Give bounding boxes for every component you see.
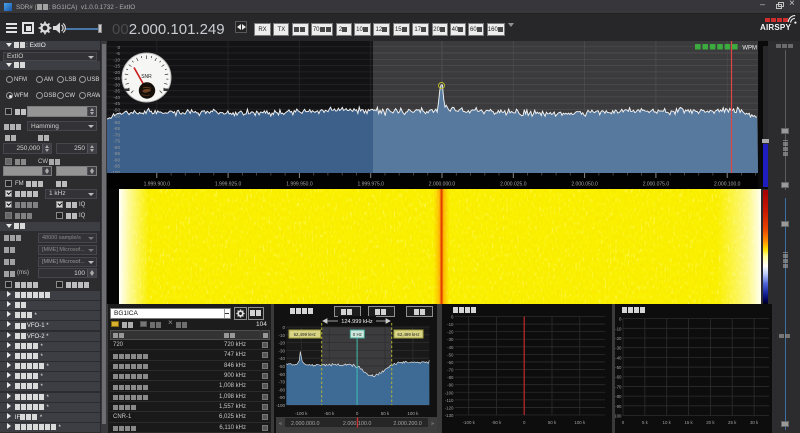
svg-text:-70: -70 (447, 368, 454, 373)
svg-text:-130: -130 (445, 413, 454, 418)
svg-text:0: 0 (619, 317, 622, 322)
svg-text:-60: -60 (278, 372, 285, 377)
svg-text:2.000.075.0: 2.000.075.0 (643, 182, 670, 188)
svg-text:-60: -60 (113, 120, 120, 125)
svg-text:0: 0 (523, 420, 526, 425)
svg-text:-100 k: -100 k (295, 411, 308, 416)
svg-text:50 k: 50 k (548, 420, 557, 425)
svg-text:2.000.025.0: 2.000.025.0 (500, 182, 527, 188)
svg-text:-20: -20 (615, 336, 622, 341)
svg-text:-55: -55 (113, 114, 120, 119)
svg-text:-50: -50 (615, 365, 622, 370)
svg-text:-90: -90 (447, 383, 454, 388)
svg-text:-90: -90 (113, 157, 120, 162)
svg-text:-10: -10 (278, 333, 285, 338)
svg-text:-100: -100 (276, 403, 285, 408)
svg-text:-90: -90 (615, 404, 622, 409)
svg-text:10 k: 10 k (663, 420, 672, 425)
svg-text:2.000.050.0: 2.000.050.0 (571, 182, 598, 188)
svg-text:-100 k: -100 k (463, 420, 476, 425)
svg-text:-50 k: -50 k (492, 420, 503, 425)
svg-text:1.999.900.0: 1.999.900.0 (144, 182, 171, 188)
svg-text:-60: -60 (447, 360, 454, 365)
svg-text:50 k: 50 k (381, 411, 390, 416)
svg-text:-80: -80 (615, 394, 622, 399)
svg-text:2.000.000.0: 2.000.000.0 (291, 421, 319, 427)
svg-text:»: » (431, 421, 434, 427)
svg-text:-10: -10 (447, 322, 454, 327)
svg-text:-20: -20 (113, 70, 120, 75)
svg-text:-40: -40 (113, 95, 120, 100)
svg-text:-25: -25 (113, 76, 120, 81)
svg-text:62,499 kHz: 62,499 kHz (397, 332, 419, 337)
svg-text:-75: -75 (113, 139, 120, 144)
svg-text:-30: -30 (615, 346, 622, 351)
svg-text:-40: -40 (615, 355, 622, 360)
svg-text:2.000.100.0: 2.000.100.0 (714, 182, 741, 188)
svg-text:-60: -60 (615, 375, 622, 380)
svg-text:0: 0 (451, 315, 454, 320)
svg-text:2.000.100.0: 2.000.100.0 (343, 421, 371, 427)
svg-text:-70: -70 (615, 384, 622, 389)
svg-text:62,499 kHz: 62,499 kHz (294, 332, 316, 337)
svg-text:25 k: 25 k (728, 420, 737, 425)
svg-text:-30: -30 (113, 82, 120, 87)
svg-text:2.000.200.0: 2.000.200.0 (393, 421, 421, 427)
svg-text:WPM: WPM (742, 46, 757, 52)
svg-text:-70: -70 (113, 132, 120, 137)
svg-text:-30: -30 (278, 348, 285, 353)
svg-text:-15: -15 (113, 64, 120, 69)
svg-text:124.999 kHz: 124.999 kHz (341, 319, 373, 325)
svg-text:-110: -110 (445, 398, 454, 403)
svg-text:-95: -95 (113, 164, 120, 169)
svg-text:1.999.925.0: 1.999.925.0 (215, 182, 242, 188)
svg-text:-100: -100 (615, 414, 622, 419)
svg-text:0: 0 (622, 420, 625, 425)
svg-text:-35: -35 (113, 89, 120, 94)
svg-text:30 k: 30 k (750, 420, 759, 425)
svg-text:1.999.950.0: 1.999.950.0 (286, 182, 313, 188)
svg-text:0: 0 (356, 411, 359, 416)
svg-text:0: 0 (117, 45, 120, 50)
svg-text:«: « (279, 421, 282, 427)
svg-text:15 k: 15 k (684, 420, 693, 425)
svg-text:-40: -40 (278, 356, 285, 361)
svg-text:-40: -40 (447, 345, 454, 350)
svg-text:-30: -30 (447, 337, 454, 342)
svg-text:100 k: 100 k (574, 420, 586, 425)
svg-text:-80: -80 (113, 145, 120, 150)
svg-text:-5: -5 (116, 51, 121, 56)
svg-text:-120: -120 (445, 405, 454, 410)
svg-text:-50: -50 (113, 107, 120, 112)
svg-text:-50: -50 (447, 352, 454, 357)
svg-text:-10: -10 (615, 326, 622, 331)
svg-text:-80: -80 (278, 387, 285, 392)
svg-text:-10: -10 (113, 57, 120, 62)
svg-text:0: 0 (282, 325, 285, 330)
svg-text:-45: -45 (113, 101, 120, 106)
svg-text:1.999.975.0: 1.999.975.0 (357, 182, 384, 188)
svg-text:2.000.000.0: 2.000.000.0 (429, 182, 456, 188)
svg-text:-65: -65 (113, 126, 120, 131)
svg-text:-50 k: -50 k (324, 411, 335, 416)
svg-text:-85: -85 (113, 151, 120, 156)
svg-text:-100: -100 (445, 390, 454, 395)
svg-text:0 Hz: 0 Hz (353, 332, 362, 337)
svg-text:-80: -80 (447, 375, 454, 380)
svg-text:100 k: 100 k (407, 411, 419, 416)
svg-text:5 k: 5 k (642, 420, 649, 425)
svg-text:-70: -70 (278, 380, 285, 385)
svg-text:-50: -50 (278, 364, 285, 369)
svg-text:SNR: SNR (141, 74, 152, 80)
svg-text:-90: -90 (278, 395, 285, 400)
svg-text:-20: -20 (447, 330, 454, 335)
svg-text:20 k: 20 k (706, 420, 715, 425)
svg-text:-20: -20 (278, 341, 285, 346)
